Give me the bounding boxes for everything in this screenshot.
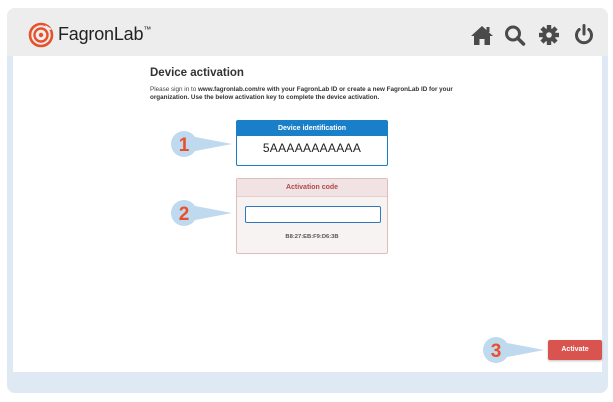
mac-address: B8:27:EB:F9:D6:3B (285, 234, 339, 240)
search-icon[interactable] (503, 24, 527, 46)
activation-code-label: Activation code (237, 179, 387, 197)
callout-1: 1 (171, 131, 232, 157)
activate-button[interactable]: Activate (548, 340, 602, 360)
activation-code-panel: Activation code B8:27:EB:F9:D6:3B (236, 178, 388, 254)
callout-1-number: 1 (179, 135, 190, 156)
callout-2: 2 (171, 200, 232, 226)
home-icon[interactable] (470, 24, 494, 46)
power-icon[interactable] (572, 24, 596, 46)
fagronlab-logo (28, 22, 54, 48)
callout-3-number: 3 (491, 341, 502, 362)
activation-code-input[interactable] (245, 206, 381, 223)
brand-name: FagronLab™ (58, 24, 152, 44)
device-identification-panel: Device identification 5AAAAAAAAAAA (236, 120, 388, 166)
device-identification-value: 5AAAAAAAAAAA (262, 141, 362, 155)
page-title: Device activation (150, 67, 244, 79)
device-identification-label: Device identification (237, 121, 387, 136)
callout-3: 3 (483, 337, 544, 363)
callout-2-number: 2 (179, 204, 190, 225)
gear-icon[interactable] (537, 24, 561, 46)
intro-text: Please sign in to www.fagronlab.com/re w… (150, 86, 453, 101)
